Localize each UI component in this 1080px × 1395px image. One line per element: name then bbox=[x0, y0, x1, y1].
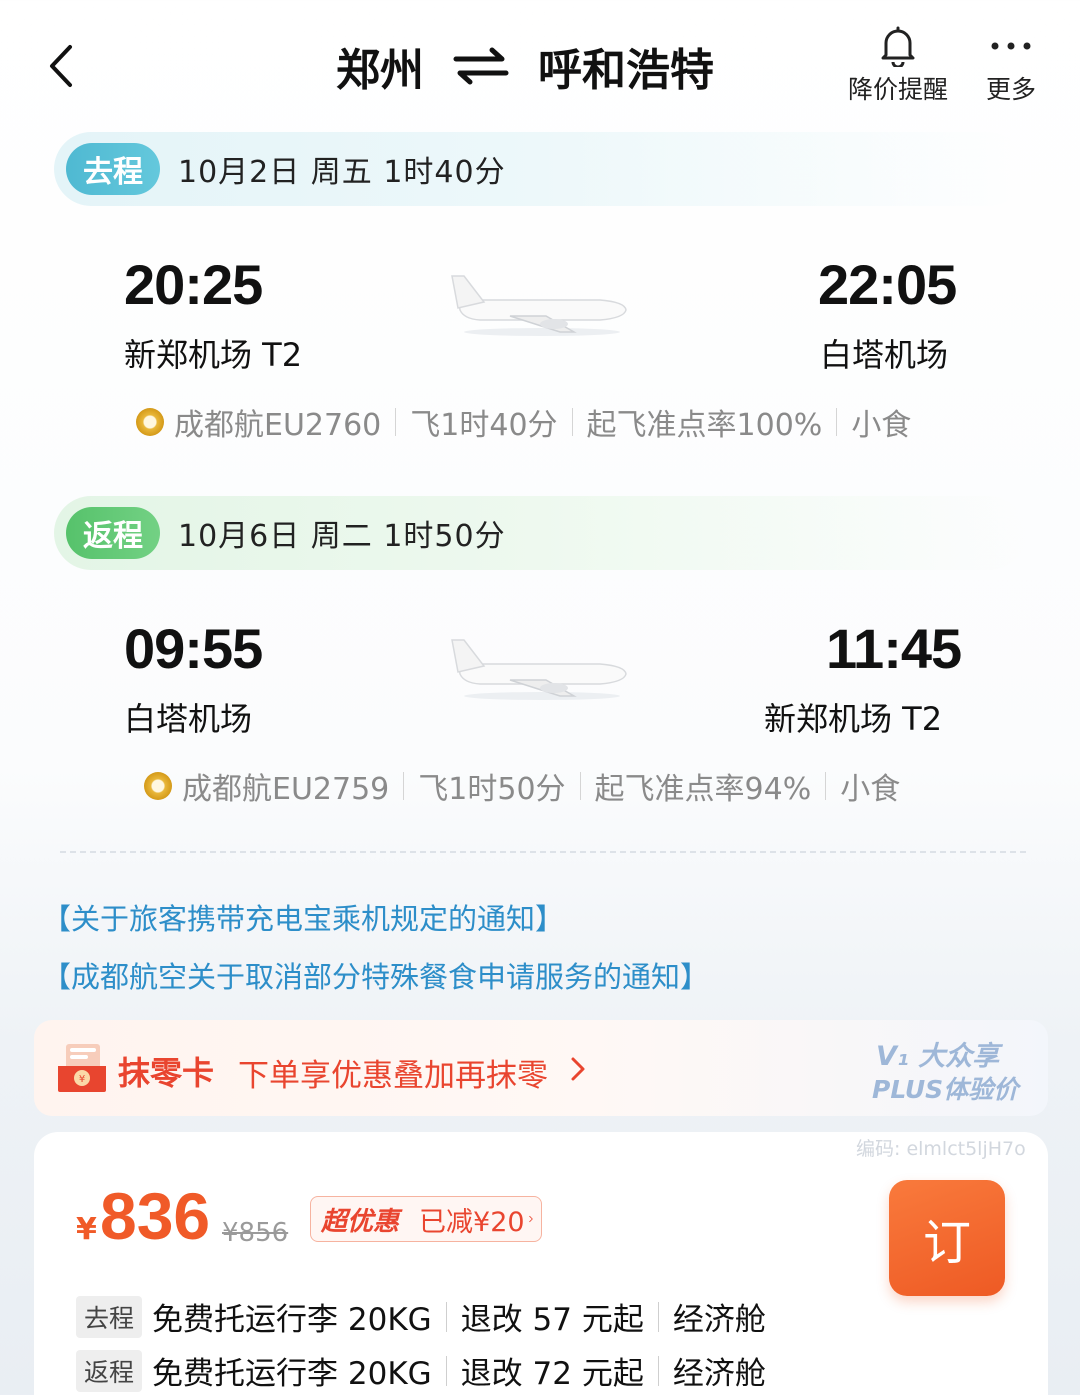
discount-badge-label: 超优惠 bbox=[321, 1206, 400, 1237]
return-banner: 返程 10月6日 周二 1时50分 bbox=[54, 496, 1026, 570]
outbound-fare-row: 去程 免费托运行李 20KG 退改 57 元起 经济舱 bbox=[76, 1294, 766, 1339]
divider bbox=[403, 772, 405, 800]
divider bbox=[395, 408, 397, 436]
notice-link-powerbank[interactable]: 【关于旅客携带充电宝乘机规定的通知】 bbox=[42, 896, 564, 938]
return-meal: 小食 bbox=[840, 772, 901, 807]
price-alert-label: 降价提醒 bbox=[848, 75, 949, 104]
baggage-allowance: 免费托运行李 20KG bbox=[152, 1356, 432, 1392]
price-alert-button[interactable]: 降价提醒 bbox=[848, 22, 948, 106]
airline-logo-icon bbox=[136, 408, 164, 436]
return-on-time-rate: 起飞准点率94% bbox=[594, 772, 812, 807]
dashed-divider bbox=[60, 851, 1026, 853]
divider bbox=[836, 408, 838, 436]
outbound-on-time-rate: 起飞准点率100% bbox=[586, 408, 823, 443]
airplane-icon bbox=[451, 275, 627, 336]
divider bbox=[825, 772, 827, 800]
return-summary: 10月6日 周二 1时50分 bbox=[178, 519, 506, 554]
divider bbox=[657, 1355, 659, 1386]
plus-membership-line1: V₁ 大众享 bbox=[876, 1041, 1000, 1072]
divider bbox=[657, 1301, 659, 1332]
divider bbox=[445, 1355, 447, 1386]
outbound-arrival-airport: 白塔机场 bbox=[820, 336, 949, 374]
promo-description: 下单享优惠叠加再抹零 bbox=[238, 1058, 548, 1094]
return-departure-airport: 白塔机场 bbox=[124, 700, 253, 738]
return-flight-info[interactable]: 成都航EU2759 飞1时50分 起飞准点率94% 小食 bbox=[144, 764, 900, 808]
airline-logo-icon bbox=[144, 772, 172, 800]
original-price: ¥856 bbox=[222, 1218, 289, 1248]
chevron-right-icon bbox=[571, 1057, 585, 1081]
baggage-allowance: 免费托运行李 20KG bbox=[152, 1302, 432, 1338]
outbound-arrival-time: 22:05 bbox=[818, 253, 957, 316]
more-button[interactable]: 更多 bbox=[986, 22, 1036, 106]
currency-symbol: ¥ bbox=[76, 1212, 97, 1247]
outbound-airline: 成都航EU2760 bbox=[174, 408, 382, 443]
discount-amount: 已减¥20 bbox=[419, 1206, 525, 1238]
watermark-code: 编码: elmlct5ljH7o bbox=[856, 1138, 1026, 1160]
outbound-departure-time: 20:25 bbox=[124, 253, 263, 316]
outbound-departure-airport: 新郑机场 T2 bbox=[124, 336, 303, 374]
outbound-meal: 小食 bbox=[851, 408, 912, 443]
return-fare-row: 返程 免费托运行李 20KG 退改 72 元起 经济舱 bbox=[76, 1348, 766, 1393]
svg-text:¥: ¥ bbox=[79, 1074, 85, 1085]
more-label: 更多 bbox=[986, 75, 1037, 104]
divider bbox=[571, 408, 573, 436]
fare-row-label: 返程 bbox=[76, 1349, 143, 1392]
origin-city: 郑州 bbox=[336, 45, 424, 96]
return-tag: 返程 bbox=[66, 507, 160, 559]
divider bbox=[579, 772, 581, 800]
cabin-class: 经济舱 bbox=[672, 1356, 766, 1392]
coupon-card-icon: ¥ bbox=[58, 1044, 106, 1092]
return-departure-time: 09:55 bbox=[124, 617, 263, 680]
cabin-class: 经济舱 bbox=[672, 1302, 766, 1338]
outbound-summary: 10月2日 周五 1时40分 bbox=[178, 155, 506, 190]
promo-title: 抹零卡 bbox=[118, 1054, 215, 1092]
outbound-duration: 飞1时40分 bbox=[410, 408, 558, 443]
return-arrival-time: 11:45 bbox=[826, 617, 962, 680]
more-dots-icon bbox=[991, 42, 1031, 50]
return-arrival-airport: 新郑机场 T2 bbox=[764, 700, 943, 738]
airplane-icon bbox=[451, 639, 627, 700]
notice-link-special-meal[interactable]: 【成都航空关于取消部分特殊餐食申请服务的通知】 bbox=[42, 954, 709, 996]
outbound-tag: 去程 bbox=[66, 143, 160, 195]
plus-membership-line2: PLUS体验价 bbox=[872, 1075, 1019, 1104]
outbound-banner: 去程 10月2日 周五 1时40分 bbox=[54, 132, 1026, 206]
swap-arrows-icon[interactable] bbox=[452, 46, 510, 86]
divider bbox=[445, 1301, 447, 1332]
change-fee: 退改 57 元起 bbox=[460, 1302, 644, 1338]
promo-banner[interactable]: ¥ 抹零卡 下单享优惠叠加再抹零 V₁ 大众享 PLUS体验价 bbox=[34, 1020, 1048, 1116]
discount-badge[interactable]: 超优惠 已减¥20 bbox=[310, 1196, 542, 1242]
return-airline: 成都航EU2759 bbox=[182, 772, 390, 807]
return-duration: 飞1时50分 bbox=[418, 772, 566, 807]
outbound-flight-info[interactable]: 成都航EU2760 飞1时40分 起飞准点率100% 小食 bbox=[136, 400, 911, 444]
change-fee: 退改 72 元起 bbox=[460, 1356, 644, 1392]
destination-city: 呼和浩特 bbox=[538, 45, 714, 96]
current-price: 836 bbox=[100, 1179, 211, 1253]
bell-icon bbox=[881, 26, 915, 67]
fare-row-label: 去程 bbox=[76, 1295, 143, 1338]
price-card: ¥ 836 ¥856 超优惠 已减¥20 订 去程 免费托运行李 20KG 退改… bbox=[34, 1132, 1048, 1395]
book-button[interactable]: 订 bbox=[889, 1180, 1005, 1296]
chevron-right-icon bbox=[528, 1215, 533, 1223]
